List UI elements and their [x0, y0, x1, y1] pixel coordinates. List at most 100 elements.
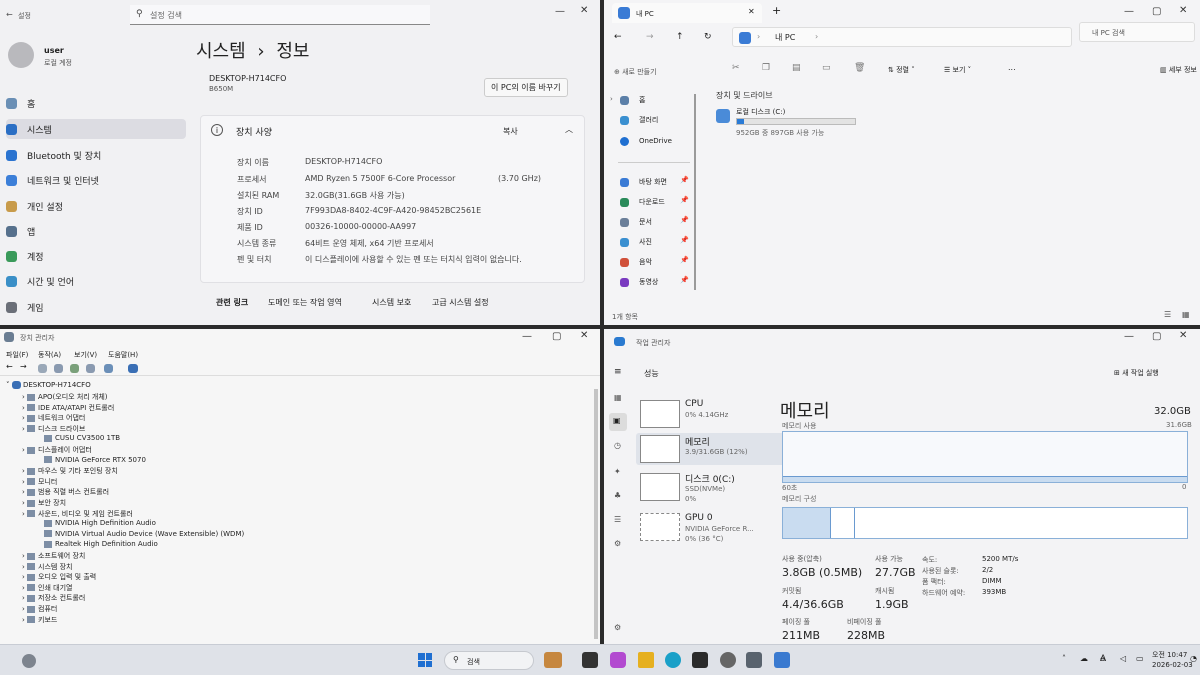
tree-item[interactable]: Realtek High Definition Audio	[44, 540, 158, 548]
properties-icon[interactable]	[38, 364, 47, 373]
settings-gear-icon[interactable]: ⚙	[614, 623, 621, 632]
refresh-icon[interactable]: ↻	[704, 32, 712, 42]
sidebar-item-gaming[interactable]: 게임	[6, 297, 44, 317]
nav-pictures[interactable]: 사진	[620, 232, 652, 252]
devmgr-maximize-button[interactable]: ▢	[552, 331, 561, 342]
sidebar-item-system[interactable]: 시스템	[6, 119, 186, 139]
drive-c-item[interactable]: 로컬 디스크 (C:) 952GB 중 897GB 사용 가능	[716, 105, 916, 141]
nav-scrollbar[interactable]	[694, 94, 696, 290]
nav-desktop[interactable]: 바탕 화면	[620, 172, 667, 192]
explorer-minimize-button[interactable]: —	[1124, 6, 1134, 17]
services-icon[interactable]: ⚙	[614, 539, 621, 548]
task-manager-icon[interactable]	[774, 652, 790, 668]
tree-item[interactable]: NVIDIA Virtual Audio Device (Wave Extens…	[44, 530, 244, 538]
start-button[interactable]	[418, 653, 432, 667]
nav-gallery[interactable]: 갤러리	[620, 110, 658, 130]
tab-close-icon[interactable]: ✕	[748, 7, 755, 16]
tree-item[interactable]: › 디스플레이 어댑터	[22, 445, 92, 455]
details-button[interactable]: ▥ 세부 정보	[1160, 65, 1197, 75]
copilot-icon[interactable]	[610, 652, 626, 668]
settings-minimize-button[interactable]: —	[555, 6, 565, 17]
tree-item[interactable]: CUSU CV3500 1TB	[44, 434, 120, 442]
paste-icon[interactable]: ▤	[792, 63, 801, 73]
device-manager-icon[interactable]	[746, 652, 762, 668]
tree-item[interactable]: › 시스템 장치	[22, 562, 72, 572]
tree-item[interactable]: › 저장소 컨트롤러	[22, 593, 85, 603]
devmgr-scrollbar[interactable]	[594, 389, 598, 639]
forward-icon[interactable]: →	[20, 362, 27, 371]
monitor-icon[interactable]	[104, 364, 113, 373]
back-arrow-icon[interactable]: ←	[614, 32, 622, 42]
cut-icon[interactable]: ✂	[732, 63, 740, 73]
tree-item[interactable]: › 소프트웨어 장치	[22, 551, 85, 561]
input-language[interactable]: A	[1100, 654, 1106, 664]
clock-time[interactable]: 오전 10:47	[1152, 650, 1187, 660]
nav-home[interactable]: 홈	[620, 90, 645, 110]
explorer-search-input[interactable]: 내 PC 검색	[1079, 22, 1195, 42]
view-button[interactable]: ☰ 보기 ˅	[944, 65, 971, 75]
news-icon[interactable]	[544, 652, 562, 668]
rename-icon[interactable]: ▭	[822, 63, 831, 73]
tree-item[interactable]: › IDE ATA/ATAPI 컨트롤러	[22, 403, 114, 413]
nav-music[interactable]: 음악	[620, 252, 652, 272]
related-link-advanced-settings[interactable]: 고급 시스템 설정	[432, 297, 489, 308]
tree-item[interactable]: › 키보드	[22, 615, 57, 625]
breadcrumb-parent[interactable]: 시스템	[196, 41, 246, 62]
tree-item[interactable]: › 네트워크 어댑터	[22, 413, 85, 423]
taskmgr-maximize-button[interactable]: ▢	[1152, 331, 1161, 342]
up-arrow-icon[interactable]: ↑	[676, 32, 684, 42]
sidebar-item-personalization[interactable]: 개인 설정	[6, 196, 63, 216]
menu-file[interactable]: 파일(F)	[6, 350, 28, 360]
copy-icon[interactable]: ❐	[762, 63, 770, 73]
back-icon[interactable]: ←	[6, 362, 13, 371]
notification-icon[interactable]: ◔	[1190, 654, 1197, 663]
tile-view-icon[interactable]: ▦	[1182, 310, 1190, 319]
related-link-system-protection[interactable]: 시스템 보호	[372, 297, 411, 308]
tree-item[interactable]: › 마우스 및 기타 포인팅 장치	[22, 466, 118, 476]
nav-videos[interactable]: 동영상	[620, 272, 658, 292]
tree-item[interactable]: › 컴퓨터	[22, 604, 57, 614]
sort-button[interactable]: ⇅ 정렬 ˅	[888, 65, 915, 75]
related-link-domain[interactable]: 도메인 또는 작업 영역	[268, 297, 342, 308]
tree-item[interactable]: › 모니터	[22, 477, 57, 487]
menu-help[interactable]: 도움말(H)	[108, 350, 138, 360]
tree-item[interactable]: › 범용 직렬 버스 컨트롤러	[22, 487, 109, 497]
tab-this-pc[interactable]: 내 PC ✕	[612, 3, 762, 23]
help-icon[interactable]	[70, 364, 79, 373]
copy-button[interactable]: 복사	[503, 126, 518, 137]
settings-gear-icon[interactable]	[720, 652, 736, 668]
explorer-maximize-button[interactable]: ▢	[1152, 6, 1161, 17]
battery-icon[interactable]: ▭	[1136, 654, 1144, 663]
scan-icon[interactable]	[86, 364, 95, 373]
settings-close-button[interactable]: ✕	[580, 5, 588, 16]
details-icon[interactable]: ☰	[614, 515, 621, 524]
more-options-button[interactable]: ...	[1008, 63, 1016, 72]
forward-arrow-icon[interactable]: →	[646, 32, 654, 42]
delete-icon[interactable]: 🗑	[854, 63, 865, 73]
nav-documents[interactable]: 문서	[620, 212, 652, 232]
settings-back-icon[interactable]: ←	[6, 10, 13, 19]
sidebar-item-network[interactable]: 네트워크 및 인터넷	[6, 170, 99, 190]
sidebar-item-time-language[interactable]: 시간 및 언어	[6, 271, 74, 291]
explorer-close-button[interactable]: ✕	[1179, 5, 1187, 16]
settings-search-input[interactable]: ⚲ 설정 검색	[130, 5, 430, 25]
menu-view[interactable]: 보기(V)	[74, 350, 97, 360]
update-icon[interactable]	[54, 364, 63, 373]
nav-onedrive[interactable]: OneDrive	[620, 131, 672, 151]
chevron-up-icon[interactable]: ︿	[565, 124, 573, 135]
performance-tab[interactable]: ▣	[609, 413, 627, 431]
expand-chevron-icon[interactable]: ›	[610, 95, 613, 103]
processes-icon[interactable]: ▦	[614, 393, 622, 402]
tree-item[interactable]: NVIDIA High Definition Audio	[44, 519, 156, 527]
cloud-icon[interactable]: ☁	[1080, 654, 1088, 663]
taskmgr-close-button[interactable]: ✕	[1179, 330, 1187, 341]
speaker-icon[interactable]: ◁	[1120, 654, 1126, 663]
tree-item[interactable]: › 디스크 드라이브	[22, 424, 85, 434]
devmgr-minimize-button[interactable]: —	[522, 331, 532, 342]
folder-icon[interactable]	[638, 652, 654, 668]
chevron-up-icon[interactable]: ˄	[1062, 654, 1066, 663]
tree-item[interactable]: › 인쇄 대기열	[22, 583, 72, 593]
tree-item[interactable]: › 오디오 입력 및 출력	[22, 572, 96, 582]
devmgr-close-button[interactable]: ✕	[580, 330, 588, 341]
taskbar-search[interactable]: ⚲ 검색	[444, 651, 534, 670]
